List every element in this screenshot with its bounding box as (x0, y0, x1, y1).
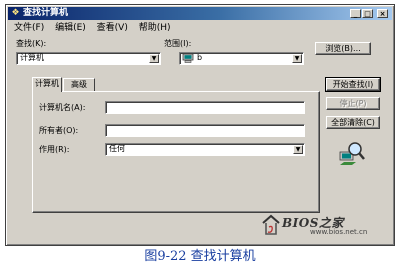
menu-edit[interactable]: 编辑(E) (55, 23, 86, 33)
stop-button[interactable]: 停止(P) (326, 97, 380, 110)
tab-advanced[interactable]: 高级 (63, 78, 95, 91)
role-label: 作用(R): (39, 145, 70, 154)
browse-button[interactable]: 浏览(B)... (315, 42, 371, 55)
watermark-url: www.bios.net.cn (310, 228, 368, 236)
find-computer-window: ❖ 查找计算机 _ □ × 文件(F) 编辑(E) 查看(V) 帮助(H) 查找… (5, 4, 395, 246)
close-button[interactable]: × (377, 9, 388, 18)
scope-value: b (197, 53, 203, 62)
figure-caption: 图9-22 查找计算机 (144, 249, 256, 264)
find-dropdown[interactable]: 计算机 ▼ (16, 52, 161, 65)
clear-all-button[interactable]: 全部清除(C) (326, 116, 380, 129)
owner-input[interactable] (105, 124, 305, 137)
tab-computer[interactable]: 计算机 (32, 77, 62, 92)
scope-label: 范围(I): (164, 39, 192, 48)
computer-icon (182, 54, 194, 63)
bios-watermark: BIOS之家 www.bios.net.cn (262, 213, 390, 239)
chevron-down-icon[interactable]: ▼ (293, 145, 303, 154)
role-value: 任何 (109, 144, 125, 153)
find-label: 查找(K): (16, 39, 47, 48)
computer-name-label: 计算机名(A): (39, 103, 86, 112)
chevron-down-icon[interactable]: ▼ (292, 54, 302, 63)
computer-tab-panel: 计算机名(A): 所有者(O): 作用(R): 任何 ▼ (32, 91, 320, 213)
maximize-button[interactable]: □ (362, 9, 373, 18)
menu-file[interactable]: 文件(F) (14, 23, 44, 33)
scope-dropdown[interactable]: b ▼ (179, 52, 304, 65)
title-bar[interactable]: ❖ 查找计算机 _ □ × (8, 7, 392, 20)
owner-label: 所有者(O): (39, 126, 79, 135)
minimize-button[interactable]: _ (350, 9, 361, 18)
magnifier-icon (339, 142, 365, 165)
window-title: 查找计算机 (23, 8, 69, 18)
menu-bar: 文件(F) 编辑(E) 查看(V) 帮助(H) (8, 22, 392, 34)
menu-help[interactable]: 帮助(H) (139, 23, 171, 33)
role-dropdown[interactable]: 任何 ▼ (105, 143, 305, 156)
computer-name-input[interactable] (105, 101, 305, 114)
search-computer-icon: ❖ (11, 8, 20, 18)
find-value: 计算机 (20, 53, 44, 62)
menu-view[interactable]: 查看(V) (97, 23, 128, 33)
start-search-button[interactable]: 开始查找(I) (325, 77, 381, 92)
chevron-down-icon[interactable]: ▼ (149, 54, 159, 63)
house-logo-icon (262, 214, 280, 235)
